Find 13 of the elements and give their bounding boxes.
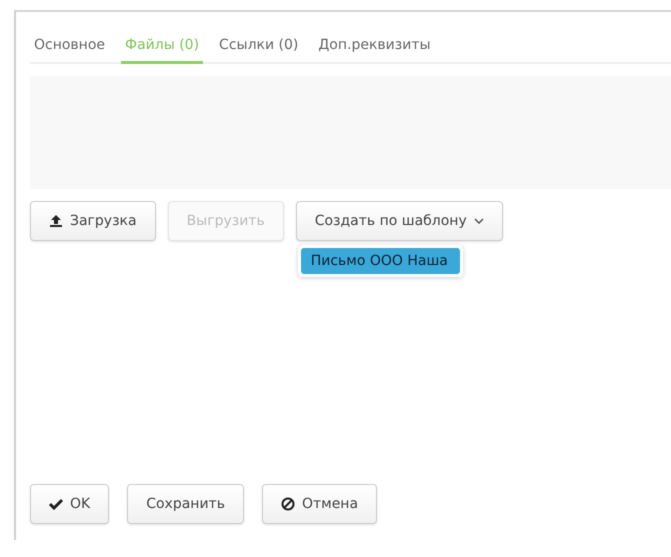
dialog-button[interactable]: Отмена (262, 484, 378, 524)
tab[interactable]: Доп.реквизиты (314, 33, 435, 64)
toolbar-button[interactable]: Загрузка (30, 201, 156, 241)
upload-icon (49, 214, 63, 228)
cancel-icon (280, 497, 295, 511)
check-icon (49, 498, 63, 510)
dialog-button[interactable]: OK (30, 484, 110, 524)
dialog-button[interactable]: Сохранить (127, 484, 244, 524)
menu-item[interactable]: Письмо ООО Наша (300, 248, 460, 274)
template-dropdown-button[interactable]: Создать по шаблону (296, 201, 503, 241)
tab[interactable]: Основное (30, 33, 110, 64)
tab[interactable]: Ссылки (0) (215, 33, 302, 64)
caret-icon (474, 218, 484, 224)
